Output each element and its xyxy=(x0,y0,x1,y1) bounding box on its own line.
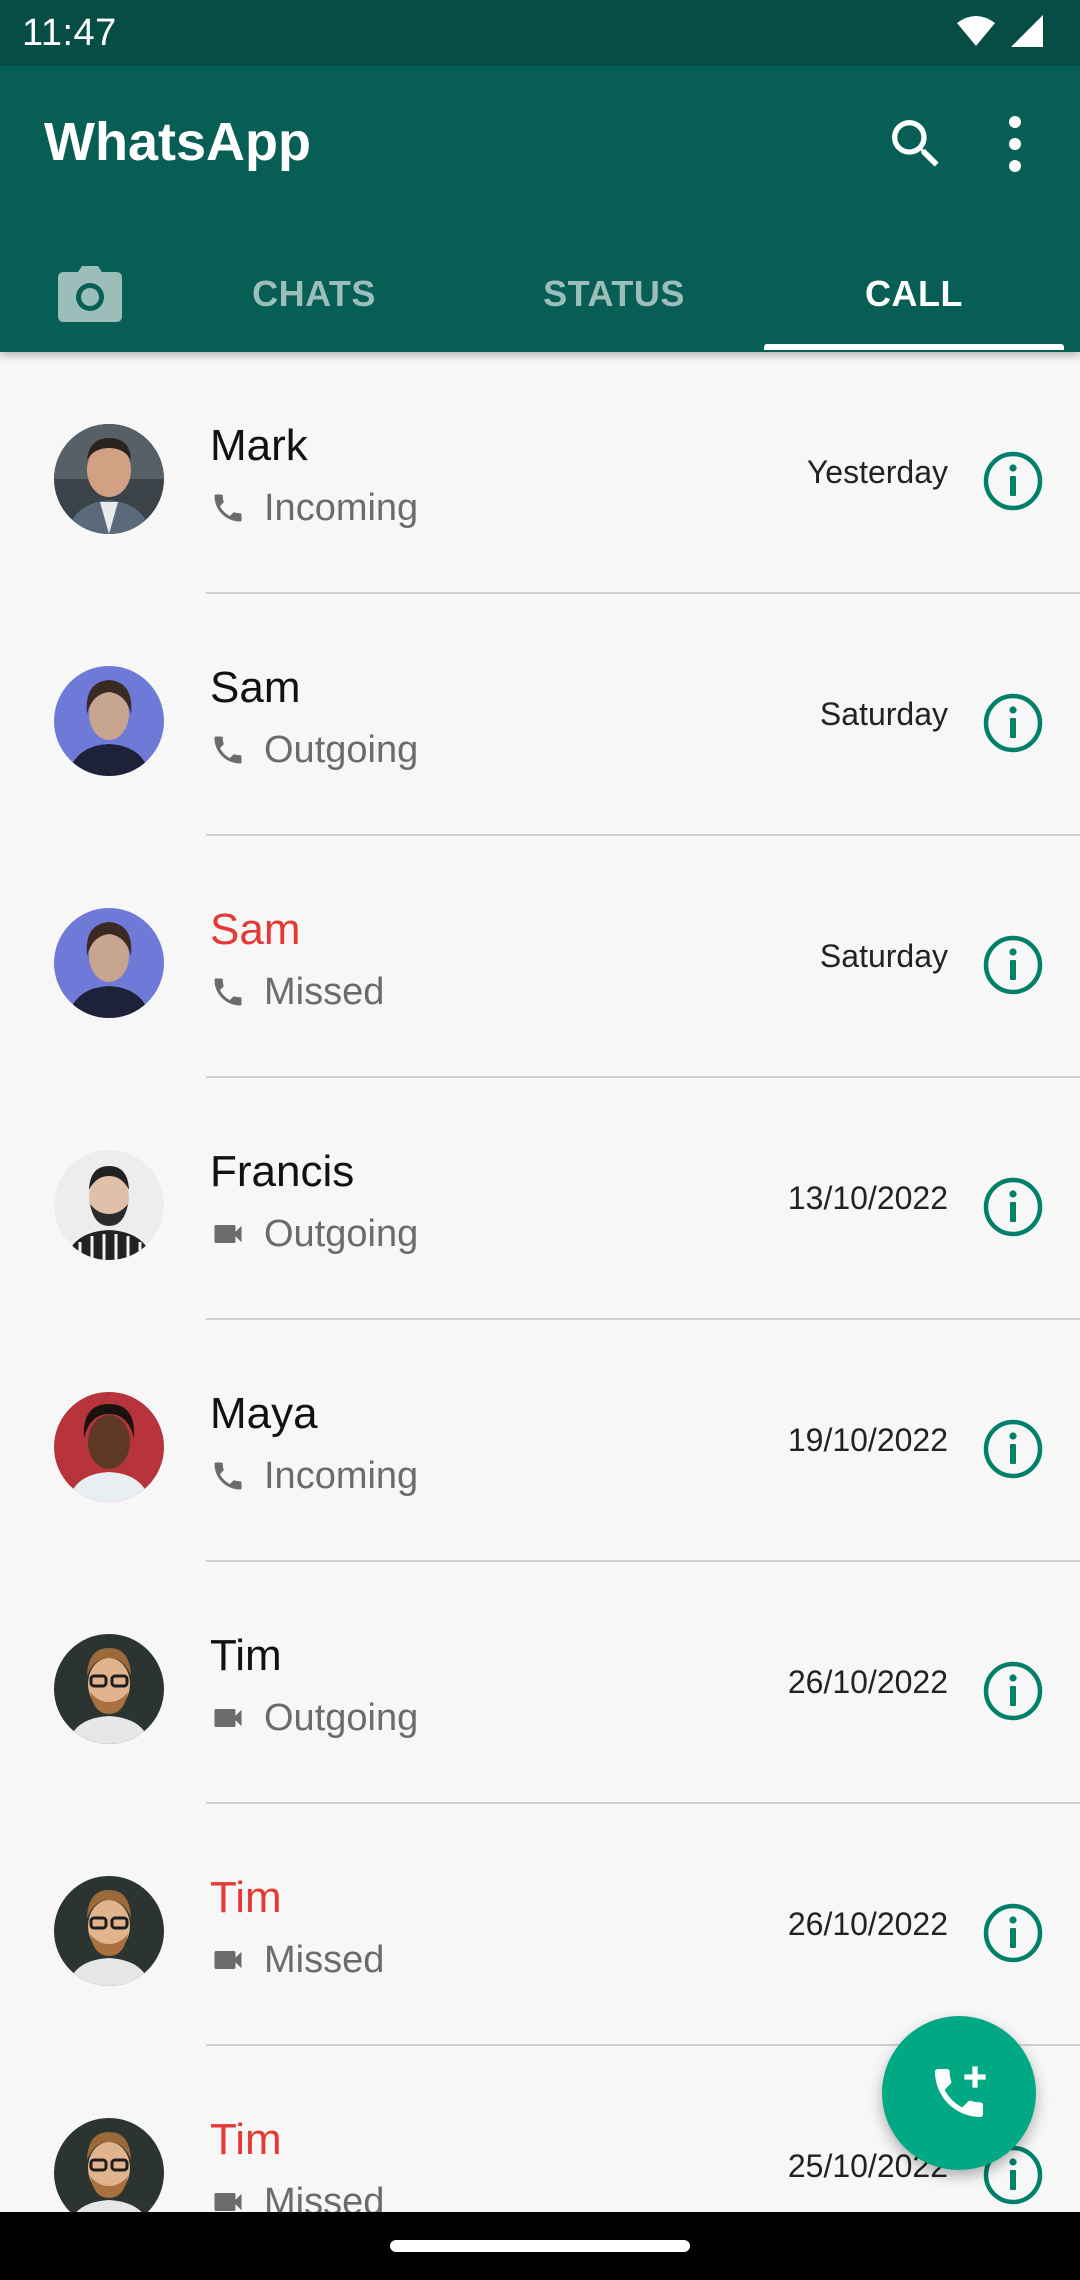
camera-icon xyxy=(58,266,122,322)
videocam-icon xyxy=(214,1709,242,1727)
selected-tab-indicator xyxy=(764,344,1064,350)
status-time: 11:47 xyxy=(22,12,117,54)
app-title: WhatsApp xyxy=(44,112,311,172)
info-icon xyxy=(983,1419,1043,1479)
call-type-label: Incoming xyxy=(264,486,419,529)
call-time: 26/10/2022 xyxy=(787,1664,948,1700)
avatar[interactable] xyxy=(54,424,164,534)
call-row[interactable]: Sam Outgoing Saturday xyxy=(0,594,1080,836)
wifi-icon xyxy=(957,16,995,46)
tab-bar: CHATS STATUS CALL xyxy=(0,236,1080,352)
call-type-label: Outgoing xyxy=(264,1212,419,1255)
call-info-button[interactable] xyxy=(982,1902,1044,1964)
tab-call[interactable]: CALL xyxy=(764,236,1064,352)
call-row[interactable]: Maya Incoming 19/10/2022 xyxy=(0,1320,1080,1562)
call-time: Saturday xyxy=(819,938,948,974)
call-type-label: Outgoing xyxy=(264,1696,419,1739)
contact-name: Tim xyxy=(210,1631,282,1680)
call-info-button[interactable] xyxy=(982,450,1044,512)
contact-name: Tim xyxy=(210,2115,282,2164)
search-button[interactable] xyxy=(884,112,948,176)
call-type: Outgoing xyxy=(210,1694,418,1742)
tab-camera[interactable] xyxy=(30,236,150,352)
info-icon xyxy=(983,1661,1043,1721)
signal-icon xyxy=(1011,15,1043,47)
contact-name: Sam xyxy=(210,663,301,712)
call-row[interactable]: Tim Missed 26/10/2022 xyxy=(0,1804,1080,2046)
call-row[interactable]: Tim Outgoing 26/10/2022 xyxy=(0,1562,1080,1804)
info-icon xyxy=(983,693,1043,753)
search-icon xyxy=(892,120,939,167)
call-type: Missed xyxy=(210,2178,384,2212)
call-time: Saturday xyxy=(819,696,948,732)
call-type: Missed xyxy=(210,968,384,1016)
info-icon xyxy=(983,1903,1043,1963)
call-info-button[interactable] xyxy=(982,934,1044,996)
call-type-label: Missed xyxy=(264,2180,385,2213)
videocam-icon xyxy=(214,1951,242,1969)
call-info-button[interactable] xyxy=(982,1660,1044,1722)
call-list: Mark Incoming Yesterday Sam Outgoing Sat… xyxy=(0,352,1080,2212)
videocam-icon xyxy=(214,2193,242,2211)
navigation-bar xyxy=(0,2212,1080,2280)
call-row[interactable]: Mark Incoming Yesterday xyxy=(0,352,1080,594)
contact-name: Tim xyxy=(210,1873,282,1922)
call-time: 19/10/2022 xyxy=(787,1422,948,1458)
call-time: 13/10/2022 xyxy=(787,1180,948,1216)
contact-name: Sam xyxy=(210,905,301,954)
avatar[interactable] xyxy=(54,1634,164,1744)
call-type: Outgoing xyxy=(210,726,418,774)
avatar[interactable] xyxy=(54,908,164,1018)
status-bar: 11:47 xyxy=(0,0,1080,66)
contact-name: Mark xyxy=(210,421,308,470)
tab-chats[interactable]: CHATS xyxy=(164,236,464,352)
call-type-label: Incoming xyxy=(264,1454,419,1497)
videocam-icon xyxy=(214,1225,242,1243)
avatar[interactable] xyxy=(54,1150,164,1260)
info-icon xyxy=(983,451,1043,511)
status-icons xyxy=(956,14,1044,48)
call-type-label: Missed xyxy=(264,1938,385,1981)
app-bar: WhatsApp CHATS STATUS CALL xyxy=(0,66,1080,352)
contact-name: Maya xyxy=(210,1389,318,1438)
avatar[interactable] xyxy=(54,1392,164,1502)
tab-status[interactable]: STATUS xyxy=(464,236,764,352)
add-call-icon xyxy=(935,2066,986,2117)
avatar[interactable] xyxy=(54,1876,164,1986)
avatar[interactable] xyxy=(54,666,164,776)
contact-name: Francis xyxy=(210,1147,355,1196)
call-row[interactable]: Francis Outgoing 13/10/2022 xyxy=(0,1078,1080,1320)
new-call-button[interactable] xyxy=(882,2016,1036,2170)
call-type: Missed xyxy=(210,1936,384,1984)
call-type: Incoming xyxy=(210,484,418,532)
home-gesture-handle[interactable] xyxy=(390,2240,690,2252)
call-type-label: Outgoing xyxy=(264,728,419,771)
phone-icon xyxy=(214,494,242,522)
call-type-label: Missed xyxy=(264,970,385,1013)
phone-icon xyxy=(214,1462,242,1490)
call-time: 26/10/2022 xyxy=(787,1906,948,1942)
call-type: Incoming xyxy=(210,1452,418,1500)
call-info-button[interactable] xyxy=(982,692,1044,754)
more-options-button[interactable] xyxy=(990,112,1040,176)
info-icon xyxy=(983,935,1043,995)
more-vert-icon xyxy=(1009,116,1021,172)
phone-icon xyxy=(214,978,242,1006)
call-type: Outgoing xyxy=(210,1210,418,1258)
call-time: Yesterday xyxy=(806,454,948,490)
call-row[interactable]: Sam Missed Saturday xyxy=(0,836,1080,1078)
call-info-button[interactable] xyxy=(982,1176,1044,1238)
call-info-button[interactable] xyxy=(982,1418,1044,1480)
avatar[interactable] xyxy=(54,2118,164,2212)
phone-icon xyxy=(214,736,242,764)
info-icon xyxy=(983,1177,1043,1237)
